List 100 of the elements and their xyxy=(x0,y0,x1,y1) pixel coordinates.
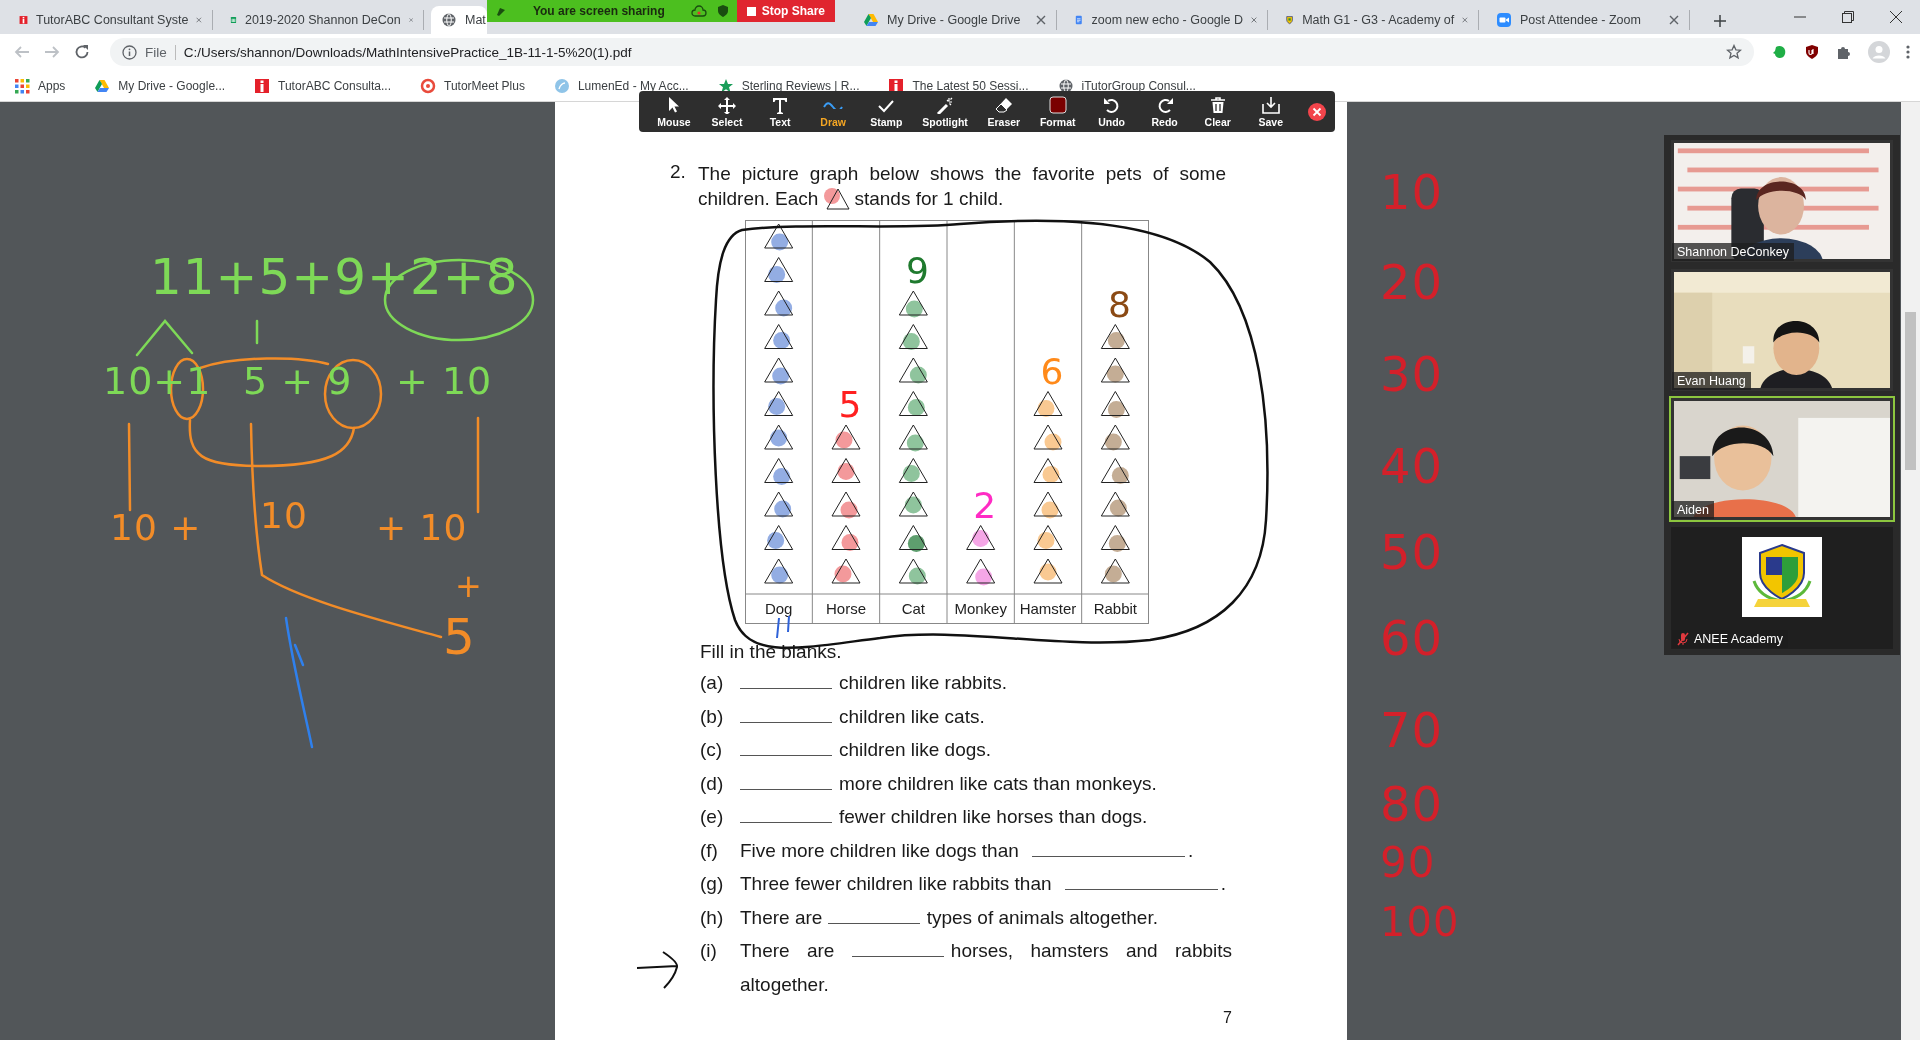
item-text: types of animals altogether. xyxy=(926,906,1158,928)
toolbar-button[interactable]: Mouse xyxy=(657,95,691,128)
item-label: (c) xyxy=(700,738,724,762)
question-text: The picture graph below shows the favorite pets of some xyxy=(698,162,1226,186)
handwritten-number: 5 xyxy=(838,384,862,425)
download-icon xyxy=(1260,95,1281,114)
square-logo-icon xyxy=(888,77,905,94)
extension-icon[interactable] xyxy=(1772,44,1788,60)
circle-logo-icon xyxy=(553,77,570,94)
triangle-logo-icon xyxy=(863,12,879,28)
handwritten-note: + 10 xyxy=(376,510,468,546)
toolbar-button[interactable]: Stamp xyxy=(869,95,904,128)
color-swatch-icon xyxy=(1047,95,1068,114)
handwritten-note: 50 xyxy=(1380,528,1444,576)
handwritten-note: 40 xyxy=(1380,442,1444,490)
handwritten-note: 100 xyxy=(1380,902,1460,942)
page-number: 7 xyxy=(1222,1009,1233,1027)
item-text: There are xyxy=(740,906,823,928)
bookmark-star-icon[interactable] xyxy=(1726,44,1742,60)
close-icon[interactable] xyxy=(1306,101,1327,122)
category-label: Horse xyxy=(826,600,866,617)
bookmark-link[interactable]: TutorMeet Plus xyxy=(444,78,525,93)
item-text: . xyxy=(1220,873,1227,894)
menu-icon[interactable] xyxy=(1906,44,1910,60)
star-icon xyxy=(717,77,734,94)
ink-arrow xyxy=(636,951,679,989)
item-label: (a) xyxy=(700,671,725,695)
reload-icon[interactable] xyxy=(74,44,90,60)
ink-mark xyxy=(776,615,790,639)
item-label: (h) xyxy=(700,905,725,930)
plus-icon[interactable] xyxy=(1713,14,1727,28)
item-label: (b) xyxy=(700,704,725,729)
stop-share-button[interactable]: Stop Share xyxy=(736,0,835,22)
scrollbar-thumb[interactable] xyxy=(1905,312,1916,470)
bookmark-link[interactable]: Apps xyxy=(38,78,66,93)
bookmark-link[interactable]: My Drive - Google... xyxy=(118,78,226,93)
handwritten-number: 2 xyxy=(973,484,997,526)
wave-icon xyxy=(823,100,844,109)
browser-tab[interactable]: Mat xyxy=(431,6,487,34)
sharing-status: You are screen sharing xyxy=(531,4,666,18)
item-label: (i) xyxy=(700,939,718,963)
toolbar-button[interactable]: Eraser xyxy=(986,95,1021,128)
participant-name: Evan Huang xyxy=(1677,374,1746,388)
bookmark-link[interactable]: TutorABC Consulta... xyxy=(278,78,391,93)
handwritten-note: + 10 xyxy=(396,362,493,400)
handwritten-note: 60 xyxy=(1380,614,1444,662)
participant-name: Shannon DeConkey xyxy=(1677,245,1789,259)
handwritten-note: 10 + xyxy=(110,510,202,546)
item-text: fewer children like horses than dogs. xyxy=(839,806,1148,827)
toolbar-button[interactable]: Text xyxy=(763,95,798,128)
item-label: (g) xyxy=(700,872,725,896)
video-camera-icon xyxy=(1496,12,1512,28)
browser-tab[interactable]: Post Attendee - Zoom xyxy=(1486,10,1690,30)
toolbar-button[interactable]: Format xyxy=(1039,95,1076,128)
category-label: Dog xyxy=(764,600,793,617)
browser-tab[interactable]: My Drive - Google Drive xyxy=(853,10,1057,30)
item-text: altogether. xyxy=(740,973,829,995)
scheme-label: File xyxy=(145,44,176,60)
globe-icon xyxy=(441,12,457,28)
category-label: Monkey xyxy=(954,600,1007,617)
shield-icon[interactable] xyxy=(1804,44,1820,60)
item-label: (d) xyxy=(700,771,725,796)
apps-grid-icon xyxy=(14,77,30,94)
toolbar-button[interactable]: Spotlight xyxy=(922,95,968,128)
toolbar-button[interactable]: Select xyxy=(710,95,745,128)
ring-logo-icon xyxy=(420,77,436,94)
bookmark-link[interactable]: iTutorGroup Consul... xyxy=(1081,78,1196,93)
pin-icon[interactable] xyxy=(495,5,507,17)
item-label: (e) xyxy=(700,805,725,829)
eraser-icon xyxy=(993,95,1014,114)
instruction-text: Fill in the blanks. xyxy=(700,640,842,664)
toolbar-button[interactable]: Draw xyxy=(816,95,851,128)
browser-tab[interactable]: Math G1 - G3 - Academy of xyxy=(1275,10,1479,30)
toolbar-button[interactable]: Save xyxy=(1253,95,1288,128)
handwritten-number: 9 xyxy=(905,250,929,291)
toolbar-button[interactable]: Redo xyxy=(1147,95,1182,128)
toolbar-button[interactable]: Undo xyxy=(1094,95,1129,128)
toolbar-button[interactable]: Clear xyxy=(1200,95,1235,128)
handwritten-note: 20 xyxy=(1380,258,1444,306)
handwritten-note: 10 xyxy=(1380,168,1444,216)
close-icon[interactable] xyxy=(1890,11,1902,23)
cloud-icon[interactable] xyxy=(690,5,707,17)
info-icon[interactable] xyxy=(122,44,137,60)
handwritten-number: 8 xyxy=(1107,283,1131,325)
participant-name: Aiden xyxy=(1677,503,1709,517)
bookmark-link[interactable]: The Latest 50 Sessi... xyxy=(912,78,1029,93)
item-text: Five more children like dogs than xyxy=(740,839,1019,861)
handwritten-note: 70 xyxy=(1380,706,1444,754)
browser-tab[interactable]: zoom new echo - Google D xyxy=(1064,10,1268,30)
browser-tab[interactable]: 2019-2020 Shannon DeCon xyxy=(220,10,424,30)
restore-icon[interactable] xyxy=(1842,11,1854,23)
participant-name: ANEE Academy xyxy=(1694,632,1783,646)
category-label: Hamster xyxy=(1019,600,1077,617)
address-field[interactable]: C:/Users/shannon/Downloads/MathIntensivePractice_1B-11-1-5%20(1).pdf xyxy=(183,44,1718,60)
item-text: Three fewer children like rabbits than xyxy=(740,873,1052,894)
triangle-logo-icon xyxy=(94,77,111,94)
browser-tab[interactable]: TutorABC Consultant Syste xyxy=(9,10,213,30)
handwritten-note: 90 xyxy=(1380,842,1436,884)
puzzle-icon[interactable] xyxy=(1836,44,1852,60)
item-text: more children like cats than monkeys. xyxy=(839,772,1157,794)
